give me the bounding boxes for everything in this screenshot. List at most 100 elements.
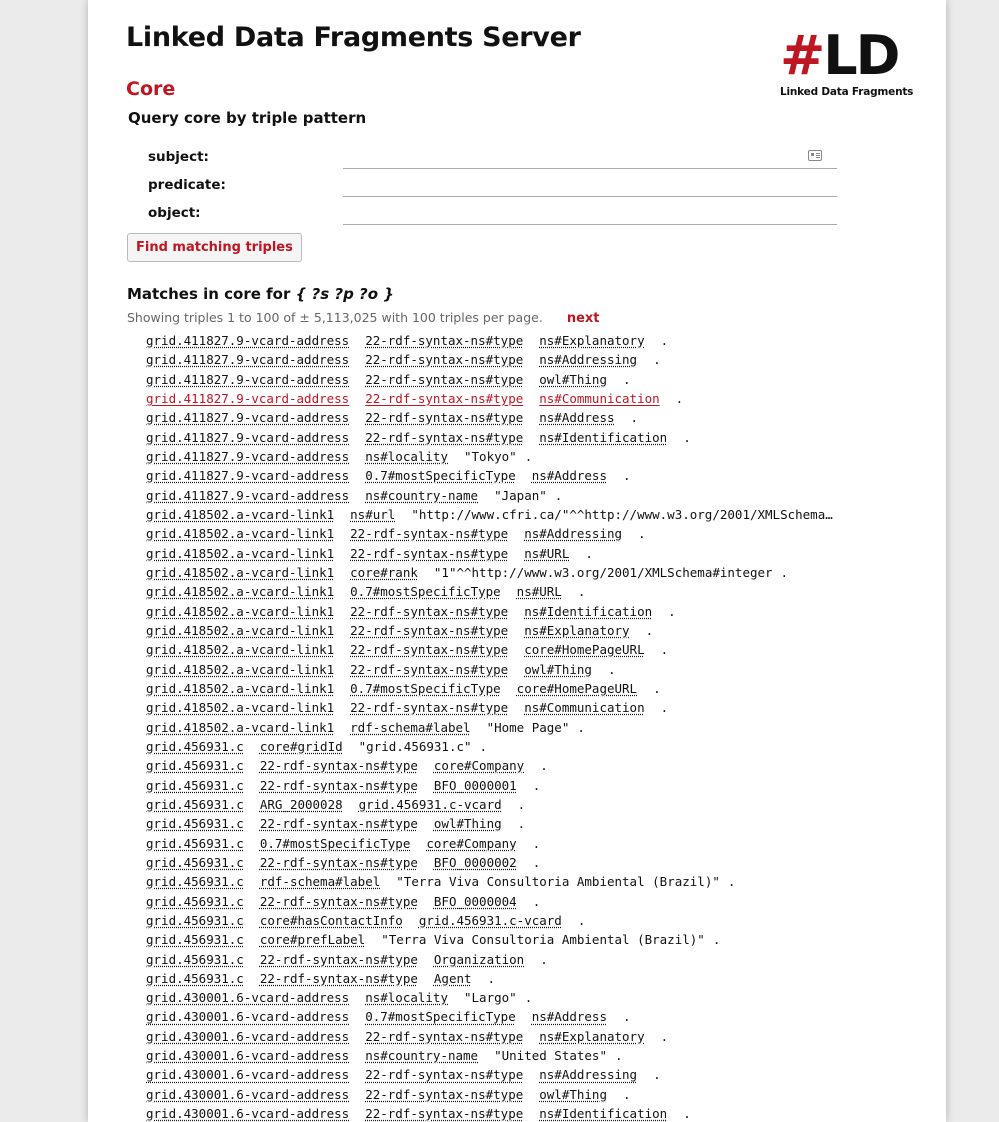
triple-subject-link[interactable]: grid.411827.9-vcard-address [146, 449, 349, 464]
triple-subject-link[interactable]: grid.456931.c [146, 913, 244, 928]
triple-subject-link[interactable]: grid.456931.c [146, 855, 244, 870]
triple-subject-link[interactable]: grid.418502.a-vcard-link1 [146, 546, 334, 561]
triple-subject-link[interactable]: grid.411827.9-vcard-address [146, 333, 349, 348]
triple-subject-link[interactable]: grid.456931.c [146, 778, 244, 793]
triple-subject-link[interactable]: grid.430001.6-vcard-address [146, 1009, 349, 1024]
triple-subject-link[interactable]: grid.411827.9-vcard-address [146, 352, 349, 367]
triple-predicate-link[interactable]: 22-rdf-syntax-ns#type [365, 372, 523, 387]
triple-predicate-link[interactable]: core#rank [350, 565, 418, 580]
triple-subject-link[interactable]: grid.418502.a-vcard-link1 [146, 681, 334, 696]
triple-object-link[interactable]: grid.456931.c-vcard [359, 797, 502, 812]
triple-predicate-link[interactable]: ARG_2000028 [260, 797, 343, 812]
triple-subject-link[interactable]: grid.456931.c [146, 952, 244, 967]
triple-predicate-link[interactable]: 22-rdf-syntax-ns#type [260, 778, 418, 793]
triple-object-link[interactable]: ns#Addressing [539, 352, 637, 367]
triple-object-link[interactable]: ns#Addressing [539, 1067, 637, 1082]
triple-predicate-link[interactable]: 22-rdf-syntax-ns#type [365, 1029, 523, 1044]
triple-subject-link[interactable]: grid.430001.6-vcard-address [146, 1087, 349, 1102]
triple-predicate-link[interactable]: 22-rdf-syntax-ns#type [260, 952, 418, 967]
triple-subject-link[interactable]: grid.430001.6-vcard-address [146, 1048, 349, 1063]
triple-subject-link[interactable]: grid.411827.9-vcard-address [146, 391, 349, 406]
triple-object-link[interactable]: ns#Identification [539, 430, 667, 445]
triple-predicate-link[interactable]: 0.7#mostSpecificType [350, 584, 501, 599]
triple-predicate-link[interactable]: 22-rdf-syntax-ns#type [260, 855, 418, 870]
dataset-title[interactable]: Core [126, 78, 175, 100]
triple-subject-link[interactable]: grid.456931.c [146, 874, 244, 889]
triple-predicate-link[interactable]: core#gridId [260, 739, 343, 754]
triple-object-link[interactable]: ns#Explanatory [539, 333, 644, 348]
triple-object-link[interactable]: ns#Communication [524, 700, 644, 715]
triple-object-link[interactable]: BFO_0000002 [434, 855, 517, 870]
triple-object-link[interactable]: Agent [434, 971, 472, 986]
triple-subject-link[interactable]: grid.418502.a-vcard-link1 [146, 604, 334, 619]
triple-object-link[interactable]: core#Company [426, 836, 516, 851]
triple-subject-link[interactable]: grid.456931.c [146, 894, 244, 909]
triple-subject-link[interactable]: grid.418502.a-vcard-link1 [146, 507, 334, 522]
triple-object-link[interactable]: grid.456931.c-vcard [419, 913, 562, 928]
triple-object-link[interactable]: ns#Address [539, 410, 614, 425]
triple-object-link[interactable]: ns#Address [532, 468, 607, 483]
triple-subject-link[interactable]: grid.456931.c [146, 797, 244, 812]
triple-predicate-link[interactable]: 22-rdf-syntax-ns#type [350, 662, 508, 677]
triple-predicate-link[interactable]: ns#locality [365, 990, 448, 1005]
triple-predicate-link[interactable]: ns#country-name [365, 488, 478, 503]
triple-predicate-link[interactable]: 0.7#mostSpecificType [365, 1009, 516, 1024]
triple-subject-link[interactable]: grid.418502.a-vcard-link1 [146, 662, 334, 677]
triple-predicate-link[interactable]: 22-rdf-syntax-ns#type [365, 333, 523, 348]
triple-predicate-link[interactable]: 0.7#mostSpecificType [350, 681, 501, 696]
triple-subject-link[interactable]: grid.418502.a-vcard-link1 [146, 565, 334, 580]
next-page-link[interactable]: next [567, 311, 600, 326]
triple-predicate-link[interactable]: 22-rdf-syntax-ns#type [365, 430, 523, 445]
triple-object-link[interactable]: ns#Addressing [524, 526, 622, 541]
triple-predicate-link[interactable]: 22-rdf-syntax-ns#type [365, 1087, 523, 1102]
triple-object-link[interactable]: owl#Thing [539, 1087, 607, 1102]
triple-predicate-link[interactable]: 22-rdf-syntax-ns#type [260, 971, 418, 986]
triple-object-link[interactable]: owl#Thing [539, 372, 607, 387]
triple-subject-link[interactable]: grid.430001.6-vcard-address [146, 1029, 349, 1044]
triple-predicate-link[interactable]: ns#url [350, 507, 395, 522]
find-matching-triples-button[interactable]: Find matching triples [127, 233, 302, 262]
triple-predicate-link[interactable]: 22-rdf-syntax-ns#type [260, 816, 418, 831]
triple-predicate-link[interactable]: ns#country-name [365, 1048, 478, 1063]
triple-subject-link[interactable]: grid.411827.9-vcard-address [146, 430, 349, 445]
triple-subject-link[interactable]: grid.456931.c [146, 836, 244, 851]
triple-subject-link[interactable]: grid.411827.9-vcard-address [146, 468, 349, 483]
triple-object-link[interactable]: ns#Identification [524, 604, 652, 619]
triple-object-link[interactable]: Organization [434, 952, 524, 967]
triple-predicate-link[interactable]: 22-rdf-syntax-ns#type [350, 546, 508, 561]
triple-predicate-link[interactable]: 22-rdf-syntax-ns#type [350, 700, 508, 715]
triple-object-link[interactable]: core#HomePageURL [524, 642, 644, 657]
triple-predicate-link[interactable]: rdf-schema#label [260, 874, 380, 889]
triple-predicate-link[interactable]: 0.7#mostSpecificType [365, 468, 516, 483]
triple-predicate-link[interactable]: core#prefLabel [260, 932, 365, 947]
triple-predicate-link[interactable]: 22-rdf-syntax-ns#type [365, 410, 523, 425]
triple-object-link[interactable]: ns#Explanatory [524, 623, 629, 638]
triple-subject-link[interactable]: grid.418502.a-vcard-link1 [146, 720, 334, 735]
ldf-logo[interactable]: #LD Linked Data Fragments [780, 28, 920, 99]
triple-predicate-link[interactable]: 22-rdf-syntax-ns#type [365, 352, 523, 367]
triple-predicate-link[interactable]: rdf-schema#label [350, 720, 470, 735]
triple-object-link[interactable]: ns#URL [517, 584, 562, 599]
triple-object-link[interactable]: ns#Explanatory [539, 1029, 644, 1044]
triple-subject-link[interactable]: grid.418502.a-vcard-link1 [146, 623, 334, 638]
triple-subject-link[interactable]: grid.430001.6-vcard-address [146, 1067, 349, 1082]
triple-subject-link[interactable]: grid.430001.6-vcard-address [146, 990, 349, 1005]
triple-subject-link[interactable]: grid.411827.9-vcard-address [146, 372, 349, 387]
triple-object-link[interactable]: owl#Thing [434, 816, 502, 831]
triple-subject-link[interactable]: grid.411827.9-vcard-address [146, 410, 349, 425]
triple-predicate-link[interactable]: 22-rdf-syntax-ns#type [260, 758, 418, 773]
triple-subject-link[interactable]: grid.418502.a-vcard-link1 [146, 642, 334, 657]
triple-predicate-link[interactable]: 0.7#mostSpecificType [260, 836, 411, 851]
triple-object-link[interactable]: core#HomePageURL [517, 681, 637, 696]
predicate-input[interactable] [343, 174, 837, 197]
triple-predicate-link[interactable]: 22-rdf-syntax-ns#type [350, 642, 508, 657]
triple-object-link[interactable]: ns#Communication [539, 391, 659, 406]
subject-input[interactable] [343, 146, 837, 169]
triple-object-link[interactable]: ns#Address [532, 1009, 607, 1024]
contact-card-icon[interactable] [808, 150, 822, 161]
triple-object-link[interactable]: core#Company [434, 758, 524, 773]
triple-subject-link[interactable]: grid.456931.c [146, 932, 244, 947]
triple-predicate-link[interactable]: 22-rdf-syntax-ns#type [350, 604, 508, 619]
triple-subject-link[interactable]: grid.456931.c [146, 971, 244, 986]
triple-predicate-link[interactable]: 22-rdf-syntax-ns#type [365, 1067, 523, 1082]
